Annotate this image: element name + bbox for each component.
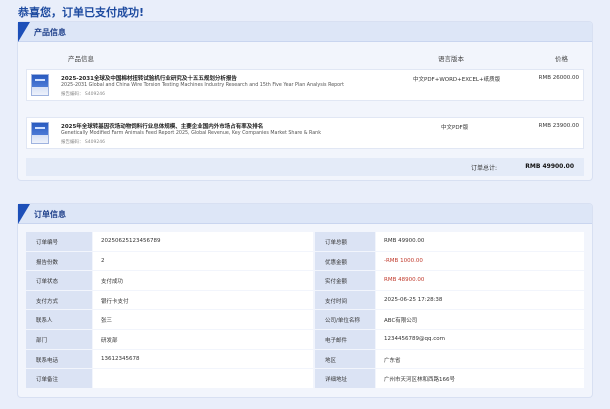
order-field-label: 详细地址 (315, 369, 375, 388)
order-field-label: 电子邮件 (315, 329, 375, 349)
product-info-title: 产品信息 (34, 28, 66, 37)
order-field-value: 银行卡支付 (93, 290, 313, 310)
order-info-grid: 订单编号 20250625123456789 订单总额 RMB 49900.00 报告份… (26, 232, 584, 389)
order-field-value: RMB 48900.00 (376, 271, 584, 290)
order-info-card: 订单信息 订单编号 20250625123456789 订单总额 RMB 49900.… (18, 204, 592, 397)
order-field-label: 实付金额 (315, 271, 375, 290)
order-field-label: 联系电话 (26, 349, 92, 369)
order-field-label: 订单备注 (26, 369, 92, 388)
order-info-row: 支付方式 银行卡支付 支付时间 2025-06-25 17:28:38 (26, 290, 584, 311)
order-field-label: 订单状态 (26, 271, 92, 290)
order-field-label: 订单总额 (315, 232, 375, 251)
order-field-label: 地区 (315, 349, 375, 369)
order-field-value: RMB 49900.00 (376, 232, 584, 251)
product-row[interactable]: 2025-2031全球及中国棉材扭转试验机行业研究及十五五规划分析报告 2025… (26, 69, 584, 101)
product-table-header: 产品信息 语言版本 价格 (26, 50, 584, 66)
product-title[interactable]: 2025年全球转基因农场动物饲料行业总体规模、主要企业国内外市场占有率及排名 (61, 122, 263, 130)
order-info-header: 订单信息 (18, 204, 592, 224)
corner-triangle-icon (18, 22, 30, 42)
order-info-row: 部门 研发部 电子邮件 1234456789@qq.com (26, 329, 584, 350)
page-title: 恭喜您，订单已支付成功! (18, 6, 145, 19)
product-version: 中文PDF版 (441, 125, 469, 131)
product-subtitle: 2025-2031 Global and China Wire Torsion … (61, 83, 344, 88)
order-field-label: 公司/单位名称 (315, 310, 375, 329)
order-field-value: 支付成功 (93, 271, 313, 290)
order-info-row: 订单备注 详细地址 广州市天河区林和西路166号 (26, 369, 584, 389)
order-field-value: 广东省 (376, 349, 584, 369)
order-field-label: 支付方式 (26, 290, 92, 310)
order-field-label: 联系人 (26, 310, 92, 329)
product-subtitle: Genetically Modified Farm Animals Feed R… (61, 131, 322, 136)
order-field-value: ABC有限公司 (376, 310, 584, 329)
order-info-row: 订单状态 支付成功 实付金额 RMB 48900.00 (26, 271, 584, 291)
report-cover-icon (31, 122, 49, 144)
header-price: 价格 (555, 55, 568, 63)
order-field-label: 报告份数 (26, 251, 92, 271)
order-field-value: 20250625123456789 (93, 232, 313, 251)
header-product-info: 产品信息 (68, 55, 94, 63)
order-field-value: 研发部 (93, 329, 313, 349)
product-price: RMB 26000.00 (538, 75, 579, 81)
product-code: 报告编码： S409246 (61, 140, 105, 145)
product-info-card: 产品信息 产品信息 语言版本 价格 2025-2031全球及中国棉材扭转试验机行… (18, 22, 592, 180)
order-total-bar: 订单总计: RMB 49900.00 (26, 158, 584, 176)
order-info-title: 订单信息 (34, 210, 66, 219)
product-info-header: 产品信息 (18, 22, 592, 42)
product-code: 报告编码： S409246 (61, 92, 105, 97)
product-row[interactable]: 2025年全球转基因农场动物饲料行业总体规模、主要企业国内外市场占有率及排名 G… (26, 117, 584, 149)
order-field-label: 支付时间 (315, 290, 375, 310)
order-info-row: 联系人 张三 公司/单位名称 ABC有限公司 (26, 310, 584, 330)
order-total-value: RMB 49900.00 (525, 163, 574, 170)
order-info-row: 报告份数 2 优惠金额 -RMB 1000.00 (26, 251, 584, 272)
corner-triangle-icon (18, 204, 30, 224)
order-info-row: 联系电话 13612345678 地区 广东省 (26, 349, 584, 370)
report-cover-icon (31, 74, 49, 96)
order-field-label: 优惠金额 (315, 251, 375, 271)
order-field-value: 广州市天河区林和西路166号 (376, 369, 584, 388)
order-field-value: 1234456789@qq.com (376, 329, 584, 349)
order-field-value: -RMB 1000.00 (376, 251, 584, 271)
product-version: 中文PDF+WORD+EXCEL+纸质版 (413, 77, 501, 83)
product-price: RMB 23900.00 (538, 123, 579, 129)
header-language-version: 语言版本 (438, 55, 464, 63)
order-field-value: 13612345678 (93, 349, 313, 369)
order-field-label: 部门 (26, 329, 92, 349)
order-field-label: 订单编号 (26, 232, 92, 251)
order-info-row: 订单编号 20250625123456789 订单总额 RMB 49900.00 (26, 232, 584, 252)
product-title[interactable]: 2025-2031全球及中国棉材扭转试验机行业研究及十五五规划分析报告 (61, 74, 237, 82)
order-field-value: 2 (93, 251, 313, 271)
order-field-value (93, 369, 313, 388)
order-field-value: 2025-06-25 17:28:38 (376, 290, 584, 310)
order-total-label: 订单总计: (471, 165, 498, 172)
order-field-value: 张三 (93, 310, 313, 329)
